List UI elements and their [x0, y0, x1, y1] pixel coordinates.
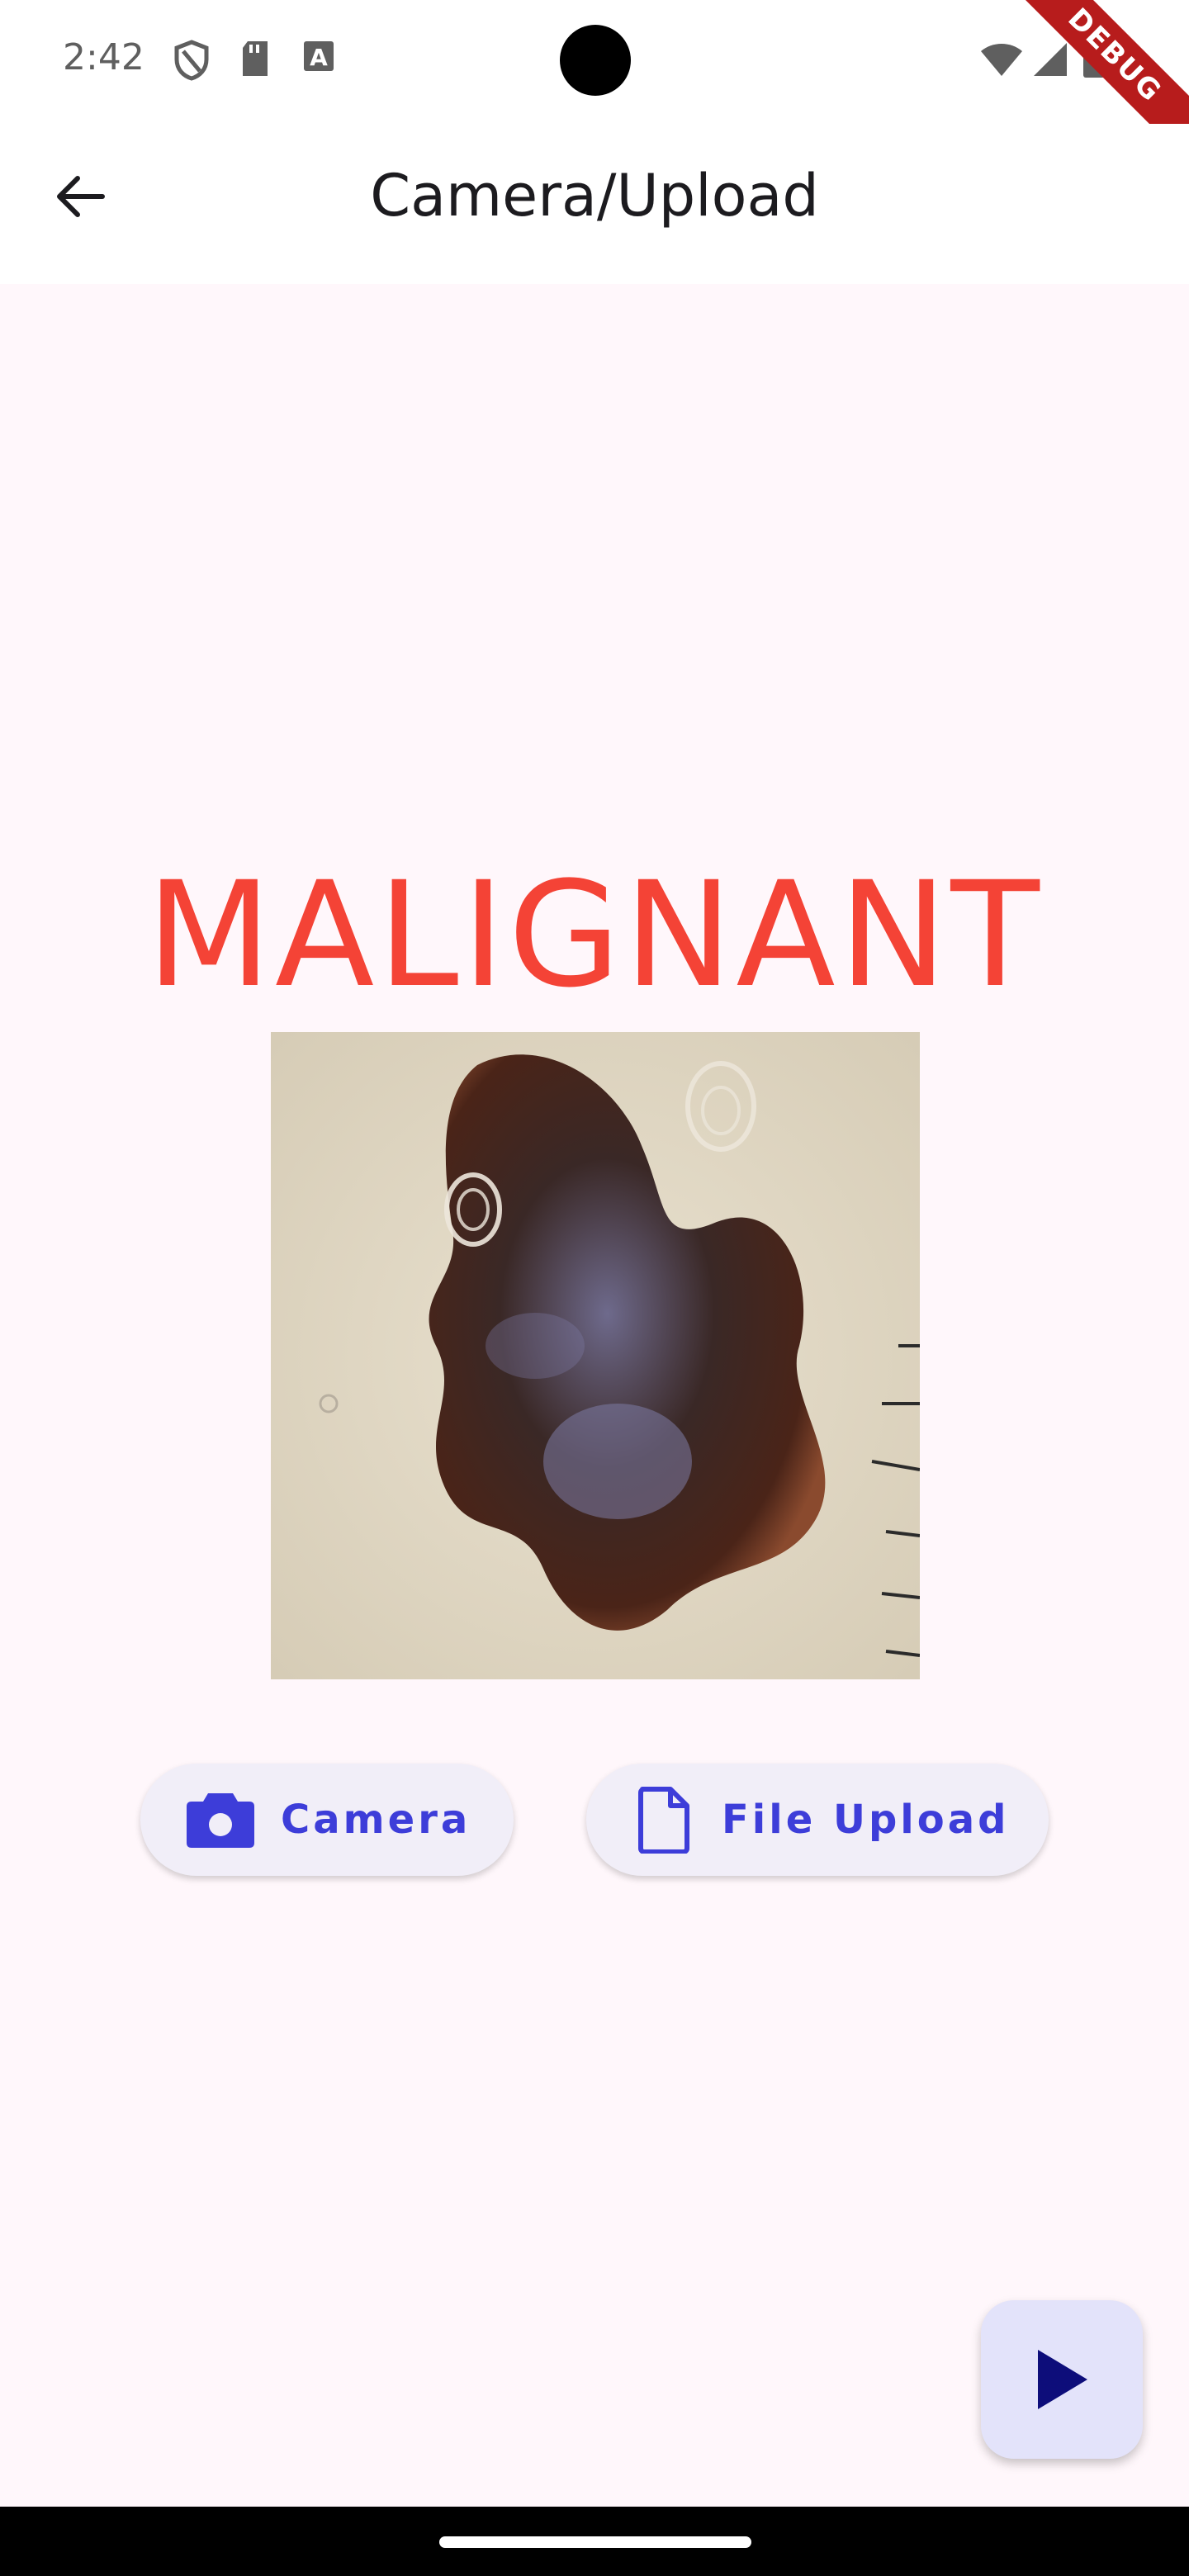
- status-time: 2:42: [63, 36, 144, 78]
- file-upload-button[interactable]: File Upload: [586, 1764, 1049, 1876]
- run-prediction-fab[interactable]: [981, 2300, 1143, 2459]
- play-icon: [1038, 2350, 1087, 2409]
- status-bar: 2:42 A DEBUG: [0, 0, 1189, 166]
- camera-icon: [185, 1790, 256, 1849]
- front-camera-cutout: [560, 25, 631, 96]
- page-title: Camera/Upload: [370, 162, 819, 230]
- shield-icon: [173, 40, 210, 84]
- svg-text:A: A: [310, 44, 328, 71]
- wifi-icon: [979, 41, 1024, 81]
- camera-button[interactable]: Camera: [140, 1764, 514, 1876]
- prediction-result: MALIGNANT: [146, 850, 1043, 1020]
- file-icon: [637, 1786, 690, 1854]
- camera-button-label: Camera: [281, 1797, 471, 1843]
- lesion-image: [271, 1032, 920, 1679]
- file-upload-button-label: File Upload: [722, 1797, 1010, 1843]
- cell-signal-icon: [1030, 41, 1068, 81]
- font-a-icon: A: [302, 40, 335, 76]
- home-gesture-handle[interactable]: [439, 2536, 751, 2548]
- sd-card-icon: [239, 40, 271, 81]
